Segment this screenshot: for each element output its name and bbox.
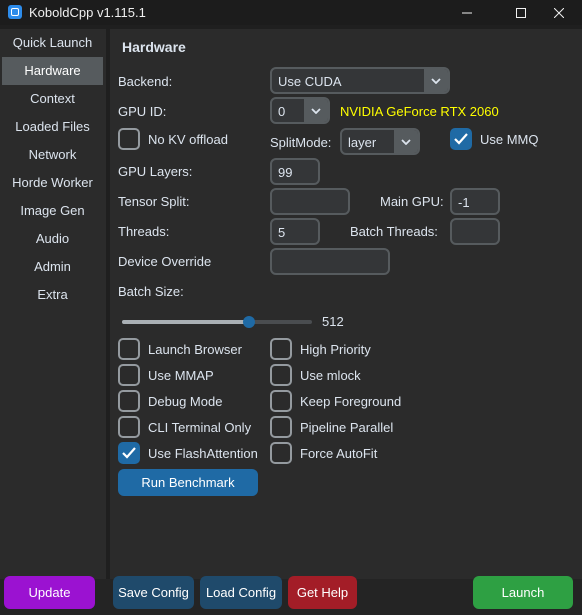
threads-input[interactable]: 5 — [270, 218, 320, 245]
use-mlock-label: Use mlock — [300, 368, 361, 383]
gpu-id-label: GPU ID: — [118, 104, 167, 119]
device-override-label: Device Override — [118, 254, 212, 269]
sidebar-item-hardware[interactable]: Hardware — [2, 57, 103, 85]
split-mode-label: SplitMode: — [270, 135, 332, 150]
backend-value: Use CUDA — [278, 74, 342, 89]
sidebar-item-network[interactable]: Network — [2, 141, 103, 169]
batch-threads-label: Batch Threads: — [350, 224, 438, 239]
use-mmq-checkbox[interactable] — [450, 128, 472, 150]
batch-size-value: 512 — [322, 314, 344, 329]
launch-browser-label: Launch Browser — [148, 342, 242, 357]
batch-threads-input[interactable] — [450, 218, 500, 245]
debug-mode-label: Debug Mode — [148, 394, 223, 409]
gpu-layers-value: 99 — [278, 165, 293, 180]
use-flashattention-checkbox[interactable] — [118, 442, 140, 464]
minimize-icon — [462, 12, 472, 13]
gpu-id-select[interactable]: 0 — [270, 97, 330, 124]
sidebar-item-context[interactable]: Context — [2, 85, 103, 113]
checkmark-icon — [454, 133, 468, 145]
main-gpu-label: Main GPU: — [380, 194, 444, 209]
use-mmap-checkbox[interactable] — [118, 364, 140, 386]
get-help-button[interactable]: Get Help — [288, 576, 357, 609]
threads-value: 5 — [278, 225, 286, 240]
close-button[interactable] — [536, 0, 582, 25]
cli-terminal-only-label: CLI Terminal Only — [148, 420, 252, 435]
app-icon — [8, 5, 22, 19]
backend-label: Backend: — [118, 74, 173, 89]
pipeline-parallel-checkbox[interactable] — [270, 416, 292, 438]
main-gpu-value: -1 — [458, 195, 470, 210]
checkmark-icon — [122, 447, 136, 459]
chevron-down-icon[interactable] — [304, 99, 328, 122]
close-icon — [554, 7, 564, 18]
high-priority-checkbox[interactable] — [270, 338, 292, 360]
window-title: KoboldCpp v1.115.1 — [29, 5, 146, 20]
sidebar-item-loaded-files[interactable]: Loaded Files — [2, 113, 103, 141]
use-mlock-checkbox[interactable] — [270, 364, 292, 386]
run-benchmark-button[interactable]: Run Benchmark — [118, 469, 258, 496]
sidebar-item-horde-worker[interactable]: Horde Worker — [2, 169, 103, 197]
gpu-name-text: NVIDIA GeForce RTX 2060 — [340, 104, 499, 119]
tensor-split-label: Tensor Split: — [118, 194, 190, 209]
batch-size-slider-fill — [122, 320, 250, 324]
keep-foreground-label: Keep Foreground — [300, 394, 402, 409]
force-autofit-label: Force AutoFit — [300, 446, 378, 461]
use-flashattention-label: Use FlashAttention — [148, 446, 258, 461]
gpu-layers-input[interactable]: 99 — [270, 158, 320, 185]
gpu-id-value: 0 — [278, 104, 286, 119]
use-mmq-label: Use MMQ — [480, 132, 539, 147]
chevron-down-icon[interactable] — [394, 130, 418, 153]
batch-size-label: Batch Size: — [118, 284, 184, 299]
chevron-down-icon[interactable] — [424, 69, 448, 92]
force-autofit-checkbox[interactable] — [270, 442, 292, 464]
launch-button[interactable]: Launch — [473, 576, 573, 609]
high-priority-label: High Priority — [300, 342, 371, 357]
sidebar-item-extra[interactable]: Extra — [2, 281, 103, 309]
main-gpu-input[interactable]: -1 — [450, 188, 500, 215]
pipeline-parallel-label: Pipeline Parallel — [300, 420, 394, 435]
title-bar: KoboldCpp v1.115.1 — [0, 0, 582, 25]
save-config-button[interactable]: Save Config — [113, 576, 194, 609]
no-kv-offload-label: No KV offload — [148, 132, 228, 147]
debug-mode-checkbox[interactable] — [118, 390, 140, 412]
sidebar-item-admin[interactable]: Admin — [2, 253, 103, 281]
page-title: Hardware — [122, 39, 186, 55]
gpu-layers-label: GPU Layers: — [118, 164, 193, 179]
load-config-button[interactable]: Load Config — [200, 576, 282, 609]
minimize-button[interactable] — [444, 0, 490, 25]
update-button[interactable]: Update — [4, 576, 95, 609]
no-kv-offload-checkbox[interactable] — [118, 128, 140, 150]
sidebar-item-quick-launch[interactable]: Quick Launch — [2, 29, 103, 57]
backend-select[interactable]: Use CUDA — [270, 67, 450, 94]
sidebar-item-image-gen[interactable]: Image Gen — [2, 197, 103, 225]
maximize-icon — [516, 7, 526, 18]
device-override-input[interactable] — [270, 248, 390, 275]
split-mode-value: layer — [348, 135, 377, 150]
use-mmap-label: Use MMAP — [148, 368, 214, 383]
sidebar-item-audio[interactable]: Audio — [2, 225, 103, 253]
keep-foreground-checkbox[interactable] — [270, 390, 292, 412]
split-mode-select[interactable]: layer — [340, 128, 420, 155]
batch-size-slider[interactable] — [122, 316, 312, 328]
launch-browser-checkbox[interactable] — [118, 338, 140, 360]
threads-label: Threads: — [118, 224, 170, 239]
cli-terminal-only-checkbox[interactable] — [118, 416, 140, 438]
sidebar: Quick Launch Hardware Context Loaded Fil… — [0, 29, 106, 579]
tensor-split-input[interactable] — [270, 188, 350, 215]
